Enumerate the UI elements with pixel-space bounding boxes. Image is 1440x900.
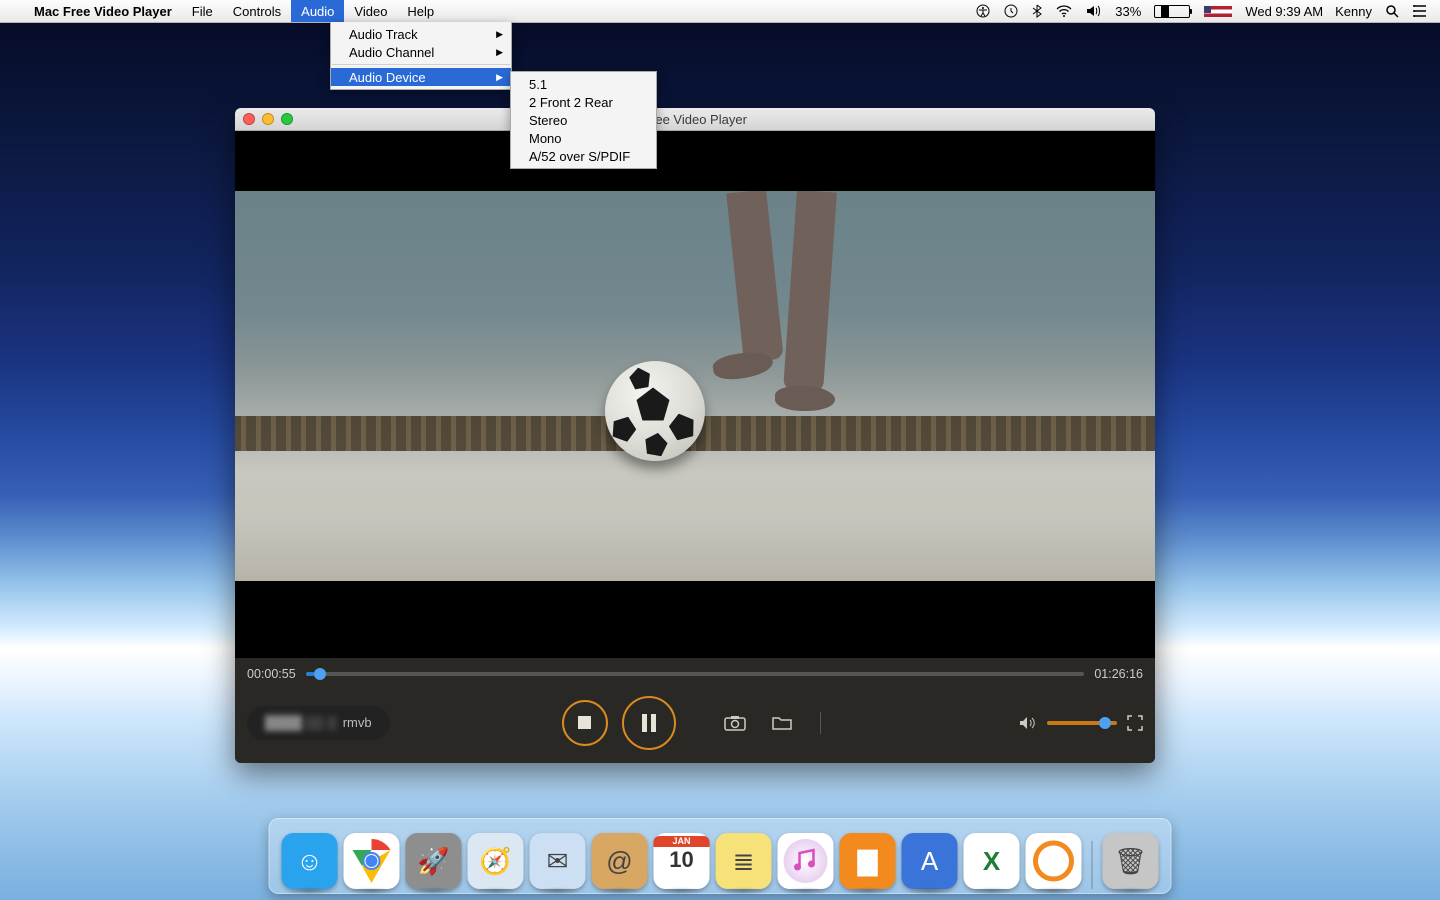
dock-app-orange-icon[interactable] <box>1026 833 1082 889</box>
stop-button[interactable] <box>562 700 608 746</box>
menu-audio[interactable]: Audio <box>291 0 344 22</box>
menubar-status-area: 33% Wed 9:39 AM Kenny <box>969 0 1440 22</box>
dock-contacts-icon[interactable]: @ <box>592 833 648 889</box>
window-titlebar[interactable]: Free Video Player <box>235 108 1155 131</box>
dock-calendar-icon[interactable]: JAN10 <box>654 833 710 889</box>
volume-icon[interactable] <box>1079 0 1109 22</box>
clock-text[interactable]: Wed 9:39 AM <box>1239 4 1329 19</box>
bluetooth-icon[interactable] <box>1025 0 1049 22</box>
wifi-icon[interactable] <box>1049 0 1079 22</box>
menu-file[interactable]: File <box>182 0 223 22</box>
menu-separator <box>332 64 510 65</box>
battery-percentage: 33% <box>1109 4 1147 19</box>
dock-mail-icon[interactable]: ✉ <box>530 833 586 889</box>
open-file-button[interactable] <box>766 715 798 731</box>
dock: ☺ 🚀🧭✉@JAN10≣ ▇AX 🗑 <box>269 818 1172 894</box>
menu-item-audio-channel[interactable]: Audio Channel▶ <box>331 43 511 61</box>
dock-itunes-icon[interactable] <box>778 833 834 889</box>
menu-controls[interactable]: Controls <box>223 0 291 22</box>
dock-appstore-icon[interactable]: A <box>902 833 958 889</box>
audio-menu-dropdown: Audio Track▶ Audio Channel▶ Audio Device… <box>330 22 512 90</box>
submenu-item-mono[interactable]: Mono <box>511 129 656 147</box>
dock-chrome-icon[interactable] <box>344 833 400 889</box>
notification-center-icon[interactable] <box>1406 0 1434 22</box>
video-frame <box>235 191 1155 581</box>
menu-item-audio-device[interactable]: Audio Device▶ <box>331 68 511 86</box>
seek-slider[interactable] <box>306 672 1085 676</box>
snapshot-button[interactable] <box>718 715 752 731</box>
dock-separator <box>1092 841 1093 889</box>
audio-device-submenu: 5.1 2 Front 2 Rear Stereo Mono A/52 over… <box>510 71 657 169</box>
menu-help[interactable]: Help <box>397 0 444 22</box>
menu-video[interactable]: Video <box>344 0 397 22</box>
dock-ibooks-icon[interactable]: ▇ <box>840 833 896 889</box>
dock-finder-icon[interactable]: ☺ <box>282 833 338 889</box>
video-viewport[interactable] <box>235 131 1155 659</box>
dock-notes-icon[interactable]: ≣ <box>716 833 772 889</box>
dock-launchpad-icon[interactable]: 🚀 <box>406 833 462 889</box>
menubar-app-name[interactable]: Mac Free Video Player <box>24 0 182 22</box>
player-window: Free Video Player 00:00:55 01:26:16 ████… <box>235 108 1155 763</box>
input-flag-icon[interactable] <box>1197 0 1239 22</box>
submenu-item-a52-spdif[interactable]: A/52 over S/PDIF <box>511 147 656 165</box>
timemachine-icon[interactable] <box>997 0 1025 22</box>
pause-button[interactable] <box>622 696 676 750</box>
dock-excel-icon[interactable]: X <box>964 833 1020 889</box>
battery-icon[interactable] <box>1147 0 1197 22</box>
user-name[interactable]: Kenny <box>1329 4 1378 19</box>
window-title: Free Video Player <box>235 112 1155 127</box>
volume-slider[interactable] <box>1047 721 1117 725</box>
submenu-item-5-1[interactable]: 5.1 <box>511 75 656 93</box>
spotlight-icon[interactable] <box>1378 0 1406 22</box>
dock-safari-icon[interactable]: 🧭 <box>468 833 524 889</box>
dock-trash-icon[interactable]: 🗑 <box>1103 833 1159 889</box>
submenu-item-stereo[interactable]: Stereo <box>511 111 656 129</box>
menubar: Mac Free Video Player File Controls Audi… <box>0 0 1440 23</box>
time-elapsed: 00:00:55 <box>247 667 296 681</box>
accessibility-icon[interactable] <box>969 0 997 22</box>
time-remaining: 01:26:16 <box>1094 667 1143 681</box>
submenu-item-2front2rear[interactable]: 2 Front 2 Rear <box>511 93 656 111</box>
control-separator <box>820 712 821 734</box>
menu-item-audio-track[interactable]: Audio Track▶ <box>331 25 511 43</box>
player-controls: 00:00:55 01:26:16 ████ ▒▒ ▒ rmvb <box>235 658 1155 763</box>
